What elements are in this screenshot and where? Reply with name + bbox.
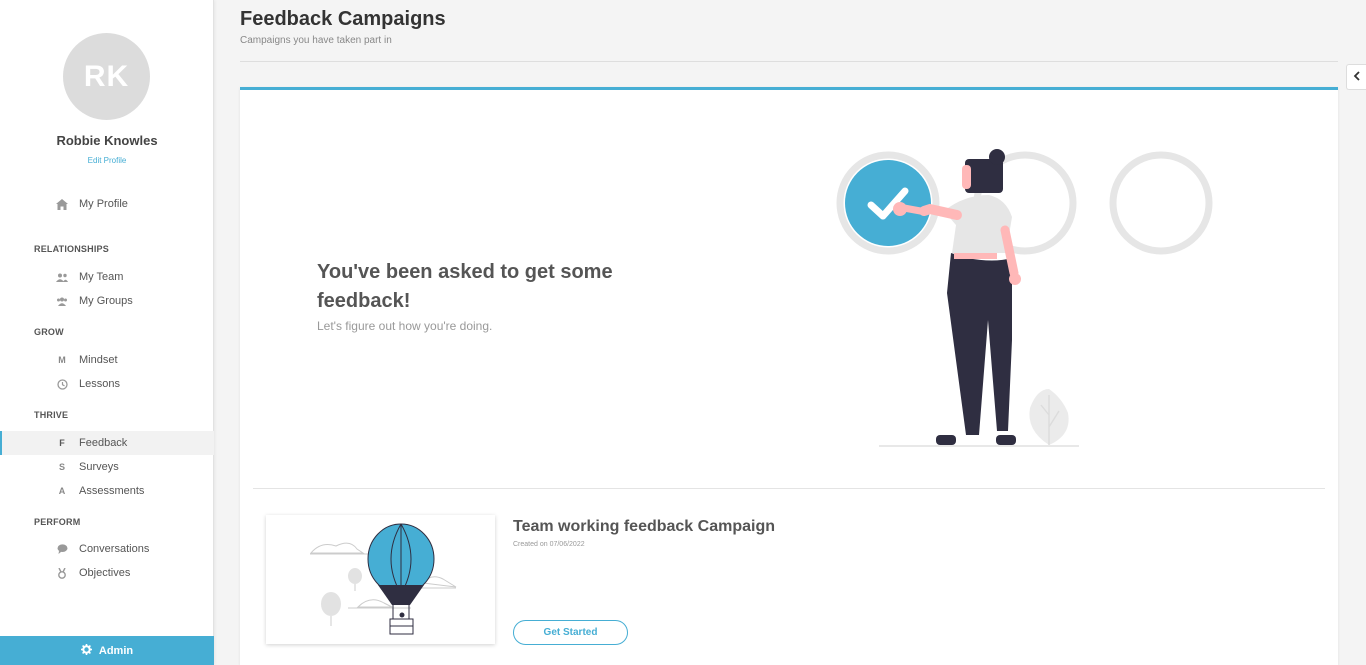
sidebar-item-label: My Groups xyxy=(79,295,133,307)
sidebar-item-conversations[interactable]: Conversations xyxy=(0,537,214,561)
page-title: Feedback Campaigns xyxy=(240,8,446,30)
feedback-icon: F xyxy=(59,438,65,448)
sidebar-item-label: Objectives xyxy=(79,567,131,579)
sidebar-item-my-team[interactable]: My Team xyxy=(0,265,214,289)
medal-icon xyxy=(56,567,68,579)
sidebar-item-assessments[interactable]: A Assessments xyxy=(0,479,214,503)
sidebar-item-objectives[interactable]: Objectives xyxy=(0,561,214,585)
mindset-icon: M xyxy=(58,355,66,365)
sidebar-item-label: Surveys xyxy=(79,461,119,473)
assessments-icon: A xyxy=(58,486,66,496)
sidebar-item-label: My Profile xyxy=(79,198,128,210)
collapse-panel-button[interactable] xyxy=(1346,64,1366,90)
surveys-icon: S xyxy=(58,462,65,472)
sidebar-item-my-profile[interactable]: My Profile xyxy=(0,192,214,216)
section-perform: PERFORM xyxy=(34,517,81,527)
sidebar-item-lessons[interactable]: Lessons xyxy=(0,372,214,396)
admin-button[interactable]: Admin xyxy=(0,636,214,665)
section-relationships: RELATIONSHIPS xyxy=(34,244,109,254)
hot-air-balloon-illustration xyxy=(309,523,457,635)
hero-subtitle: Let's figure out how you're doing. xyxy=(317,319,493,333)
section-thrive: THRIVE xyxy=(34,410,69,420)
campaign-title[interactable]: Team working feedback Campaign xyxy=(513,518,775,536)
sidebar-item-surveys[interactable]: S Surveys xyxy=(0,455,214,479)
edit-profile-link[interactable]: Edit Profile xyxy=(0,156,214,165)
user-name: Robbie Knowles xyxy=(56,133,158,148)
header-divider xyxy=(240,61,1338,62)
lessons-icon xyxy=(56,378,68,390)
campaign-created-date: Created on 07/06/2022 xyxy=(513,541,585,548)
sidebar-item-label: Lessons xyxy=(79,378,120,390)
groups-icon xyxy=(56,295,68,307)
sidebar-item-mindset[interactable]: M Mindset xyxy=(0,348,214,372)
get-started-button[interactable]: Get Started xyxy=(513,620,628,645)
admin-label: Admin xyxy=(98,644,134,657)
section-grow: GROW xyxy=(34,327,64,337)
sidebar-item-label: Feedback xyxy=(79,437,128,449)
sidebar-item-label: My Team xyxy=(79,271,124,283)
gear-icon xyxy=(80,643,92,658)
chat-icon xyxy=(56,543,68,555)
section-divider xyxy=(253,488,1325,489)
progress-illustration xyxy=(836,149,1213,447)
sidebar-item-my-groups[interactable]: My Groups xyxy=(0,289,214,313)
team-icon xyxy=(56,271,68,283)
sidebar-item-label: Mindset xyxy=(79,354,118,366)
chevron-left-icon xyxy=(1353,68,1360,86)
sidebar: RK Robbie Knowles Edit Profile My Profil… xyxy=(0,0,214,665)
hero-title: You've been asked to get some feedback! xyxy=(317,261,613,312)
avatar[interactable]: RK xyxy=(63,33,150,120)
sidebar-item-label: Assessments xyxy=(79,485,145,497)
feedback-card: You've been asked to get some feedback! … xyxy=(240,87,1338,665)
home-icon xyxy=(56,198,68,210)
sidebar-item-feedback[interactable]: F Feedback xyxy=(0,431,214,455)
sidebar-item-label: Conversations xyxy=(79,543,150,555)
campaign-thumbnail[interactable] xyxy=(266,515,495,644)
page-subtitle: Campaigns you have taken part in xyxy=(240,35,392,46)
